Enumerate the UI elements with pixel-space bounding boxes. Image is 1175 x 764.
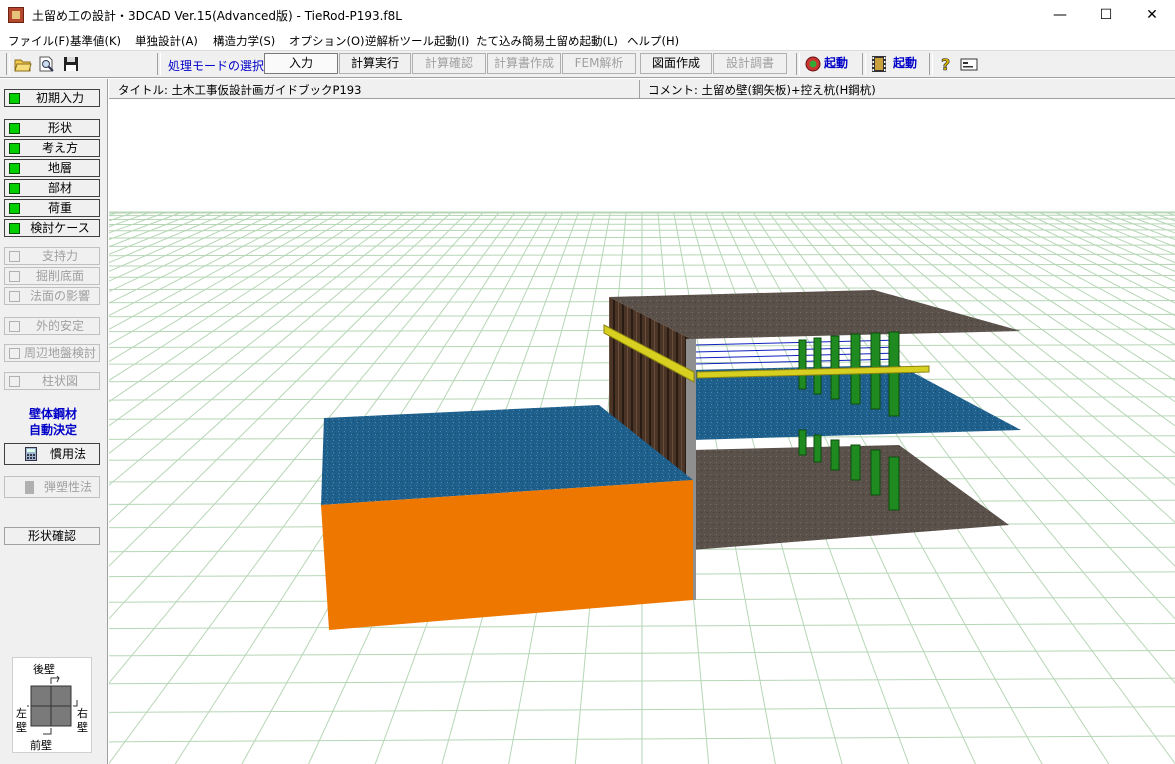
shape-check-button[interactable]: 形状確認: [4, 527, 100, 545]
status-led: [9, 143, 20, 154]
design-record-button[interactable]: 設計調書: [713, 53, 787, 74]
toolbar-separator: [157, 53, 161, 75]
launch-button-1[interactable]: 起動: [824, 53, 848, 74]
save-icon[interactable]: [62, 55, 80, 73]
status-led: [9, 321, 20, 332]
info-divider: [639, 80, 640, 98]
members-button[interactable]: 部材: [4, 179, 100, 197]
app-icon[interactable]: [8, 7, 24, 23]
create-drawing-button[interactable]: 図面作成: [640, 53, 712, 74]
review-case-button[interactable]: 検討ケース: [4, 219, 100, 237]
status-led: [9, 163, 20, 174]
concept-button[interactable]: 考え方: [4, 139, 100, 157]
run-calculation-button[interactable]: 計算実行: [339, 53, 411, 74]
fem-analysis-button[interactable]: FEM解析: [562, 53, 636, 74]
status-led: [9, 223, 20, 234]
launch-button-2[interactable]: 起動: [893, 53, 917, 74]
check-calculation-button[interactable]: 計算確認: [412, 53, 486, 74]
loads-button[interactable]: 荷重: [4, 199, 100, 217]
pile-lower-segment: [870, 449, 881, 496]
status-led: [9, 376, 20, 387]
input-button[interactable]: 入力: [264, 53, 338, 74]
pile-lower-segment: [888, 456, 900, 511]
status-led: [9, 203, 20, 214]
pile-upper-segment: [830, 335, 840, 400]
bearing-capacity-button[interactable]: 支持力: [4, 247, 100, 265]
mode-label: 処理モードの選択: [168, 59, 265, 73]
menu-inverse-tool[interactable]: 逆解析ツール起動(I): [365, 33, 469, 49]
pile-upper-segment: [813, 337, 822, 395]
search-file-icon[interactable]: [38, 55, 56, 73]
auto-decide-title-2: 自動決定: [28, 423, 77, 437]
initial-input-button[interactable]: 初期入力: [4, 89, 100, 107]
minimize-button[interactable]: —: [1037, 0, 1083, 30]
window-title: 土留め工の設計・3DCAD Ver.15(Advanced版) - TieRod…: [32, 9, 402, 23]
status-led: [9, 291, 20, 302]
slope-influence-button[interactable]: 法面の影響: [4, 287, 100, 305]
design-title: タイトル: 土木工事仮設計画ガイドブックP193: [118, 83, 362, 97]
status-led: [9, 271, 20, 282]
help-icon[interactable]: ?: [937, 55, 955, 73]
external-stability-button[interactable]: 外的安定: [4, 317, 100, 335]
menu-standard[interactable]: 基準値(K): [70, 33, 121, 49]
close-button[interactable]: ✕: [1129, 0, 1175, 30]
boring-log-button[interactable]: 柱状図: [4, 372, 100, 390]
pile-upper-segment: [798, 339, 807, 390]
menu-single-design[interactable]: 単独設計(A): [135, 33, 198, 49]
menu-options[interactable]: オプション(O): [289, 33, 365, 49]
toolbar-separator: [6, 53, 10, 75]
status-led: [9, 183, 20, 194]
toolbar-separator: [929, 53, 933, 75]
strata-button[interactable]: 地層: [4, 159, 100, 177]
menu-structural[interactable]: 構造力学(S): [213, 33, 275, 49]
pile-lower-segment: [830, 439, 840, 471]
compass-back-label: 後壁: [33, 663, 55, 676]
film-launch-icon[interactable]: [870, 55, 888, 73]
pile-upper-segment: [888, 331, 900, 417]
compass-left-label-2: 壁: [16, 721, 27, 734]
elastoplastic-method-button[interactable]: 弾塑性法: [4, 476, 100, 498]
svg-text:?: ?: [941, 55, 950, 73]
status-led: [9, 348, 20, 359]
menu-help[interactable]: ヘルプ(H): [627, 33, 679, 49]
status-led: [9, 123, 20, 134]
calculator-icon: [25, 447, 37, 461]
toolbar-separator: [796, 53, 800, 75]
compass-front-label: 前壁: [30, 739, 52, 752]
wall-orientation-compass: 後壁 前壁 左 壁 右 壁: [12, 657, 92, 753]
disabled-calculator-icon: [25, 481, 34, 494]
conventional-method-button[interactable]: 慣用法: [4, 443, 100, 465]
status-led: [9, 93, 20, 104]
menu-file[interactable]: ファイル(F): [8, 33, 70, 49]
open-folder-icon[interactable]: [14, 55, 32, 73]
toolbar-separator: [862, 53, 866, 75]
app-launch-icon[interactable]: [804, 55, 822, 73]
pile-lower-segment: [850, 444, 861, 481]
pile-lower-segment: [813, 434, 822, 463]
shape-button[interactable]: 形状: [4, 119, 100, 137]
auto-decide-title-1: 壁体鋼材: [28, 407, 77, 421]
maximize-button[interactable]: ☐: [1083, 0, 1129, 30]
card-icon[interactable]: [960, 55, 978, 73]
design-comment: コメント: 土留め壁(鋼矢板)+控え杭(H鋼杭): [648, 83, 876, 97]
3d-viewport[interactable]: [109, 100, 1175, 764]
pile-lower-segment: [798, 429, 807, 456]
compass-diagram-icon: [27, 676, 78, 735]
surrounding-ground-button[interactable]: 周辺地盤検討: [4, 344, 100, 362]
status-led: [9, 251, 20, 262]
excavation-bottom-button[interactable]: 掘削底面: [4, 267, 100, 285]
menu-simple-retaining[interactable]: たて込み簡易土留め起動(L): [476, 33, 618, 49]
create-report-button[interactable]: 計算書作成: [487, 53, 561, 74]
